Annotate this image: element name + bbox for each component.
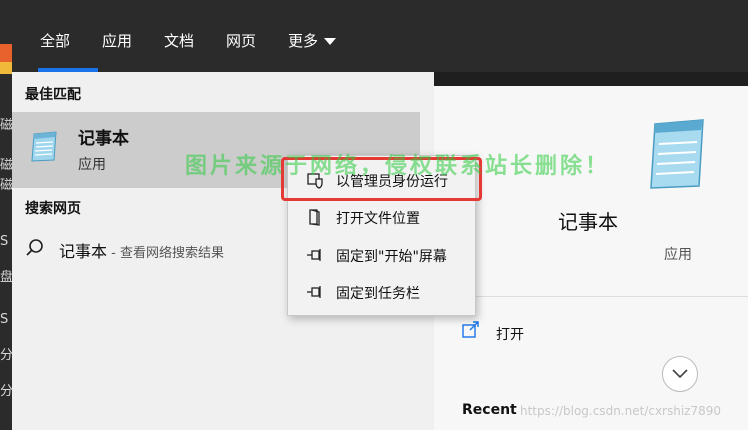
tab-apps[interactable]: 应用	[102, 31, 132, 51]
desktop-label: 磁	[0, 178, 12, 193]
web-result-query: 记事本	[59, 242, 108, 261]
desktop-label: 分	[0, 384, 12, 399]
desktop-label: 磁	[0, 118, 12, 133]
best-match-title: 记事本	[78, 129, 129, 149]
expand-button[interactable]	[662, 356, 698, 392]
menu-item-pin-to-start[interactable]: 固定到"开始"屏幕	[288, 237, 475, 273]
desktop-label: S	[0, 312, 9, 327]
tab-documents[interactable]: 文档	[164, 31, 194, 51]
windows-search-window: 磁 磁 磁 S 盘 S 分 分 全部 应用 文档 网页 更多 最佳匹配 记事本 …	[0, 0, 748, 430]
menu-item-pin-to-taskbar[interactable]: 固定到任务栏	[288, 274, 475, 310]
desktop-label: 盘	[0, 270, 12, 285]
desktop-label: S	[0, 234, 9, 249]
desktop-label: 分	[0, 348, 12, 363]
web-result-text: 记事本 - 查看网络搜索结果	[59, 238, 224, 262]
notepad-large-icon	[650, 119, 704, 189]
desktop-label: 磁	[0, 158, 12, 173]
open-action[interactable]: 打开	[496, 324, 524, 344]
best-match-heading: 最佳匹配	[25, 87, 81, 103]
open-icon	[462, 321, 479, 338]
divider	[434, 296, 748, 297]
search-icon	[26, 239, 43, 256]
chevron-down-icon	[324, 38, 337, 45]
menu-item-open-file-location[interactable]: 打开文件位置	[288, 199, 475, 235]
app-title: 记事本	[558, 210, 618, 234]
desktop-icon[interactable]	[0, 62, 12, 74]
pin-icon	[307, 286, 321, 298]
best-match-subtitle: 应用	[78, 157, 106, 173]
recent-heading: Recent	[462, 402, 517, 418]
pin-icon	[307, 249, 321, 261]
menu-label: 固定到"开始"屏幕	[336, 249, 447, 265]
notepad-icon	[31, 131, 57, 162]
web-result-hint: - 查看网络搜索结果	[107, 246, 224, 261]
tab-more[interactable]: 更多	[288, 31, 337, 51]
app-detail-panel: 记事本 应用 打开 Recent	[434, 86, 748, 430]
desktop-background: 磁 磁 磁 S 盘 S 分 分	[0, 0, 12, 430]
tab-web[interactable]: 网页	[226, 31, 256, 51]
search-scope-tabs: 全部 应用 文档 网页 更多	[12, 0, 748, 72]
desktop-icon[interactable]	[0, 44, 12, 64]
tab-all[interactable]: 全部	[40, 31, 70, 51]
overlay-watermark: 图片来源于网络，侵权联系站长删除！	[185, 154, 611, 179]
menu-label: 打开文件位置	[336, 211, 420, 227]
chevron-down-icon	[672, 369, 688, 379]
folder-icon	[309, 209, 320, 226]
app-subtitle: 应用	[664, 247, 692, 263]
menu-label: 固定到任务栏	[336, 286, 420, 302]
tab-more-label: 更多	[288, 32, 319, 50]
url-watermark: https://blog.csdn.net/cxrshiz7890	[520, 404, 722, 418]
web-search-heading: 搜索网页	[25, 201, 81, 217]
